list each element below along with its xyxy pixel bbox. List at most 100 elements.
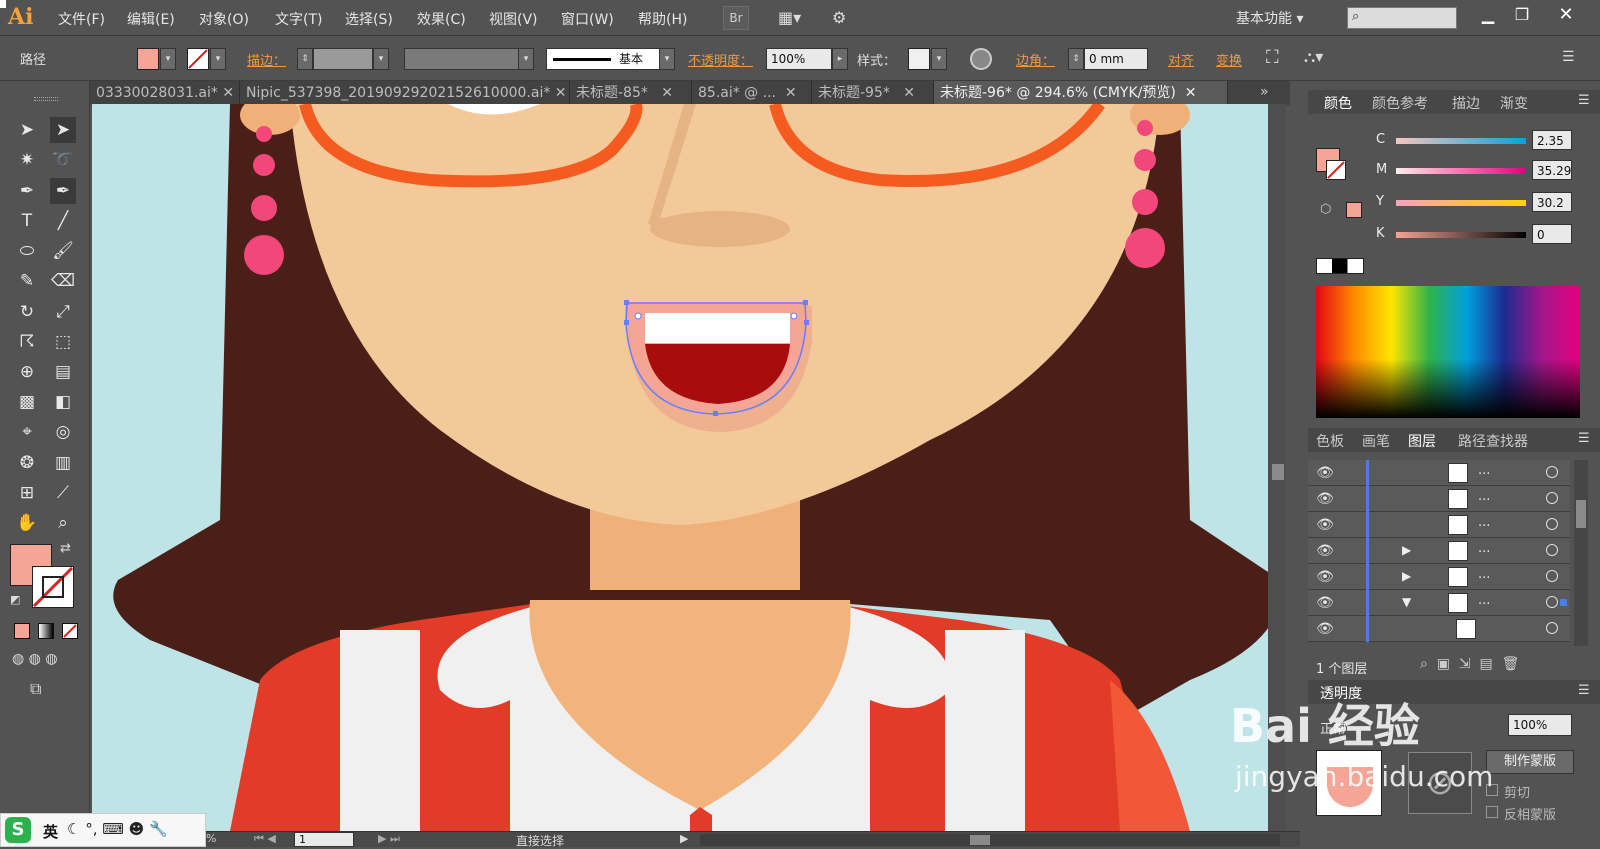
arrange-documents-icon[interactable]: ▦▾ (778, 8, 812, 28)
stroke-weight-stepper[interactable]: ⇕ (297, 48, 313, 70)
variable-width-dropdown[interactable]: ▾ (518, 48, 534, 70)
handle-point-left[interactable] (634, 312, 642, 320)
channel-y-field[interactable]: 30.2 (1532, 192, 1572, 212)
target-ring-icon[interactable] (1546, 622, 1558, 634)
color-stroke-swatch[interactable] (1326, 160, 1346, 180)
stroke-weight-dropdown[interactable]: ▾ (373, 48, 389, 70)
target-ring-icon[interactable] (1546, 596, 1558, 608)
warp-tool-icon[interactable]: ☈ (14, 329, 40, 355)
scroll-thumb[interactable] (1272, 464, 1284, 480)
close-icon[interactable]: ✕ (1185, 85, 1197, 101)
sogou-logo-icon[interactable]: S (5, 817, 31, 843)
zoom-level[interactable]: % (206, 832, 216, 845)
tab-doc-5[interactable]: 未标题-95* ✕ (812, 81, 934, 105)
direct-selection-tool-icon[interactable]: ➤ (50, 117, 76, 143)
close-window-button[interactable]: ✕ (1552, 4, 1580, 28)
corner-label[interactable]: 边角： (1016, 50, 1055, 69)
target-ring-icon[interactable] (1546, 466, 1558, 478)
fill-swatch[interactable] (137, 48, 159, 70)
ime-mode[interactable]: 英 (43, 821, 58, 842)
tab-swatches[interactable]: 色板 (1316, 431, 1344, 451)
column-graph-icon[interactable]: ▥ (50, 450, 76, 476)
tab-doc-2[interactable]: Nipic_537398_20190929202152610000.ai* ✕ (240, 81, 570, 105)
graphic-style-dropdown[interactable]: ▾ (931, 48, 947, 70)
layer-row[interactable]: 👁 ... (1308, 486, 1570, 512)
tab-doc-4[interactable]: 85.ai* @ ... ✕ (692, 81, 812, 105)
none-black-white-swatches[interactable] (1316, 258, 1364, 274)
visibility-eye-icon[interactable]: 👁 (1316, 464, 1334, 482)
eraser-icon[interactable]: ⌫ (50, 268, 76, 294)
panel-menu-icon[interactable]: ☰ (1578, 431, 1590, 446)
menu-edit[interactable]: 编辑(E) (127, 9, 175, 29)
layer-row[interactable]: 👁 ▶ ... (1308, 564, 1570, 590)
channel-c-field[interactable]: 2.35 (1532, 130, 1572, 150)
scroll-thumb[interactable] (1576, 500, 1586, 528)
target-ring-icon[interactable] (1546, 492, 1558, 504)
menu-object[interactable]: 对象(O) (199, 9, 249, 29)
isolate-icon[interactable]: ⛶ (1266, 47, 1279, 68)
channel-k-slider[interactable] (1396, 232, 1526, 238)
swap-colors-icon[interactable]: ⇄ (60, 541, 71, 556)
visibility-eye-icon[interactable]: 👁 (1316, 516, 1334, 534)
ime-tool-icons[interactable]: ☾ °, ⌨ ☻ 🔧 (67, 820, 168, 838)
panel-menu-icon[interactable]: ☰ (1578, 93, 1590, 108)
layer-actions-icons[interactable]: ⌕ ▣ ⇲ ▤ 🗑 (1420, 656, 1519, 672)
symbol-sprayer-icon[interactable]: ❂ (14, 450, 40, 476)
align-link[interactable]: 对齐 (1168, 50, 1194, 69)
tab-doc-3[interactable]: 未标题-85* ✕ (570, 81, 692, 105)
zoom-tool-icon[interactable]: ⌕ (50, 510, 76, 536)
close-icon[interactable]: ✕ (785, 85, 797, 101)
bridge-button[interactable]: Br (723, 6, 749, 30)
type-tool-icon[interactable]: T (14, 208, 40, 234)
transform-link[interactable]: 变换 (1216, 50, 1242, 69)
make-mask-button[interactable]: 制作蒙版 (1486, 750, 1574, 774)
restore-button[interactable]: ❐ (1508, 4, 1536, 28)
hand-tool-icon[interactable]: ✋ (14, 510, 40, 536)
more-tabs-icon[interactable]: » (1260, 84, 1269, 100)
ellipse-tool-icon[interactable]: ⬭ (14, 238, 40, 264)
rotate-tool-icon[interactable]: ↻ (14, 299, 40, 325)
tab-brushes[interactable]: 画笔 (1362, 431, 1390, 451)
layer-row[interactable]: 👁 ▶ ... (1308, 538, 1570, 564)
menu-view[interactable]: 视图(V) (489, 9, 538, 29)
corner-stepper[interactable]: ⇕ (1068, 48, 1084, 70)
layers-scrollbar[interactable] (1574, 460, 1588, 646)
gradient-tool-icon[interactable]: ◧ (50, 389, 76, 415)
visibility-eye-icon[interactable]: 👁 (1316, 490, 1334, 508)
menu-effect[interactable]: 效果(C) (417, 9, 466, 29)
target-ring-icon[interactable] (1546, 570, 1558, 582)
tab-layers[interactable]: 图层 (1408, 431, 1436, 451)
layer-row[interactable]: 👁 (1308, 616, 1570, 642)
stroke-dropdown[interactable]: ▾ (210, 48, 226, 70)
status-menu-arrow[interactable]: ▶ (680, 832, 688, 845)
visibility-eye-icon[interactable]: 👁 (1316, 568, 1334, 586)
expand-triangle-icon[interactable]: ▶ (1402, 543, 1411, 557)
slice-tool-icon[interactable]: ⟋ (50, 480, 76, 506)
out-of-gamut-icon[interactable]: ⬡ (1320, 202, 1331, 217)
close-icon[interactable]: ✕ (903, 85, 915, 101)
expand-triangle-icon[interactable]: ▶ (1402, 569, 1411, 583)
artboard-prev-icons[interactable]: ⏮ ◀ (254, 832, 276, 846)
target-ring-icon[interactable] (1546, 518, 1558, 530)
layer-row[interactable]: 👁 ... (1308, 460, 1570, 486)
channel-c-slider[interactable] (1396, 138, 1526, 144)
channel-y-slider[interactable] (1396, 200, 1526, 206)
blend-tool-icon[interactable]: ◎ (50, 419, 76, 445)
close-icon[interactable]: ✕ (222, 85, 234, 101)
visibility-eye-icon[interactable]: 👁 (1316, 620, 1334, 638)
menu-window[interactable]: 窗口(W) (561, 9, 614, 29)
eyedropper-icon[interactable]: ⌖ (14, 419, 40, 445)
panel-menu-icon[interactable]: ☰ (1578, 683, 1590, 698)
menu-help[interactable]: 帮助(H) (638, 9, 687, 29)
scale-tool-icon[interactable]: ⤢ (50, 299, 76, 325)
selection-tool-icon[interactable]: ➤ (14, 117, 40, 143)
opacity-field[interactable]: 100% (766, 48, 832, 70)
invert-mask-checkbox[interactable] (1486, 806, 1498, 818)
transform-options-icon[interactable]: ⛬▾ (1304, 47, 1323, 67)
gpu-performance-icon[interactable]: ⚙ (832, 8, 860, 28)
gamut-swatch[interactable] (1346, 202, 1362, 218)
menu-select[interactable]: 选择(S) (345, 9, 393, 29)
artboard-next-icons[interactable]: ▶ ⏭ (378, 832, 400, 846)
menu-type[interactable]: 文字(T) (275, 9, 322, 29)
minimize-button[interactable]: ▁ (1474, 4, 1502, 28)
